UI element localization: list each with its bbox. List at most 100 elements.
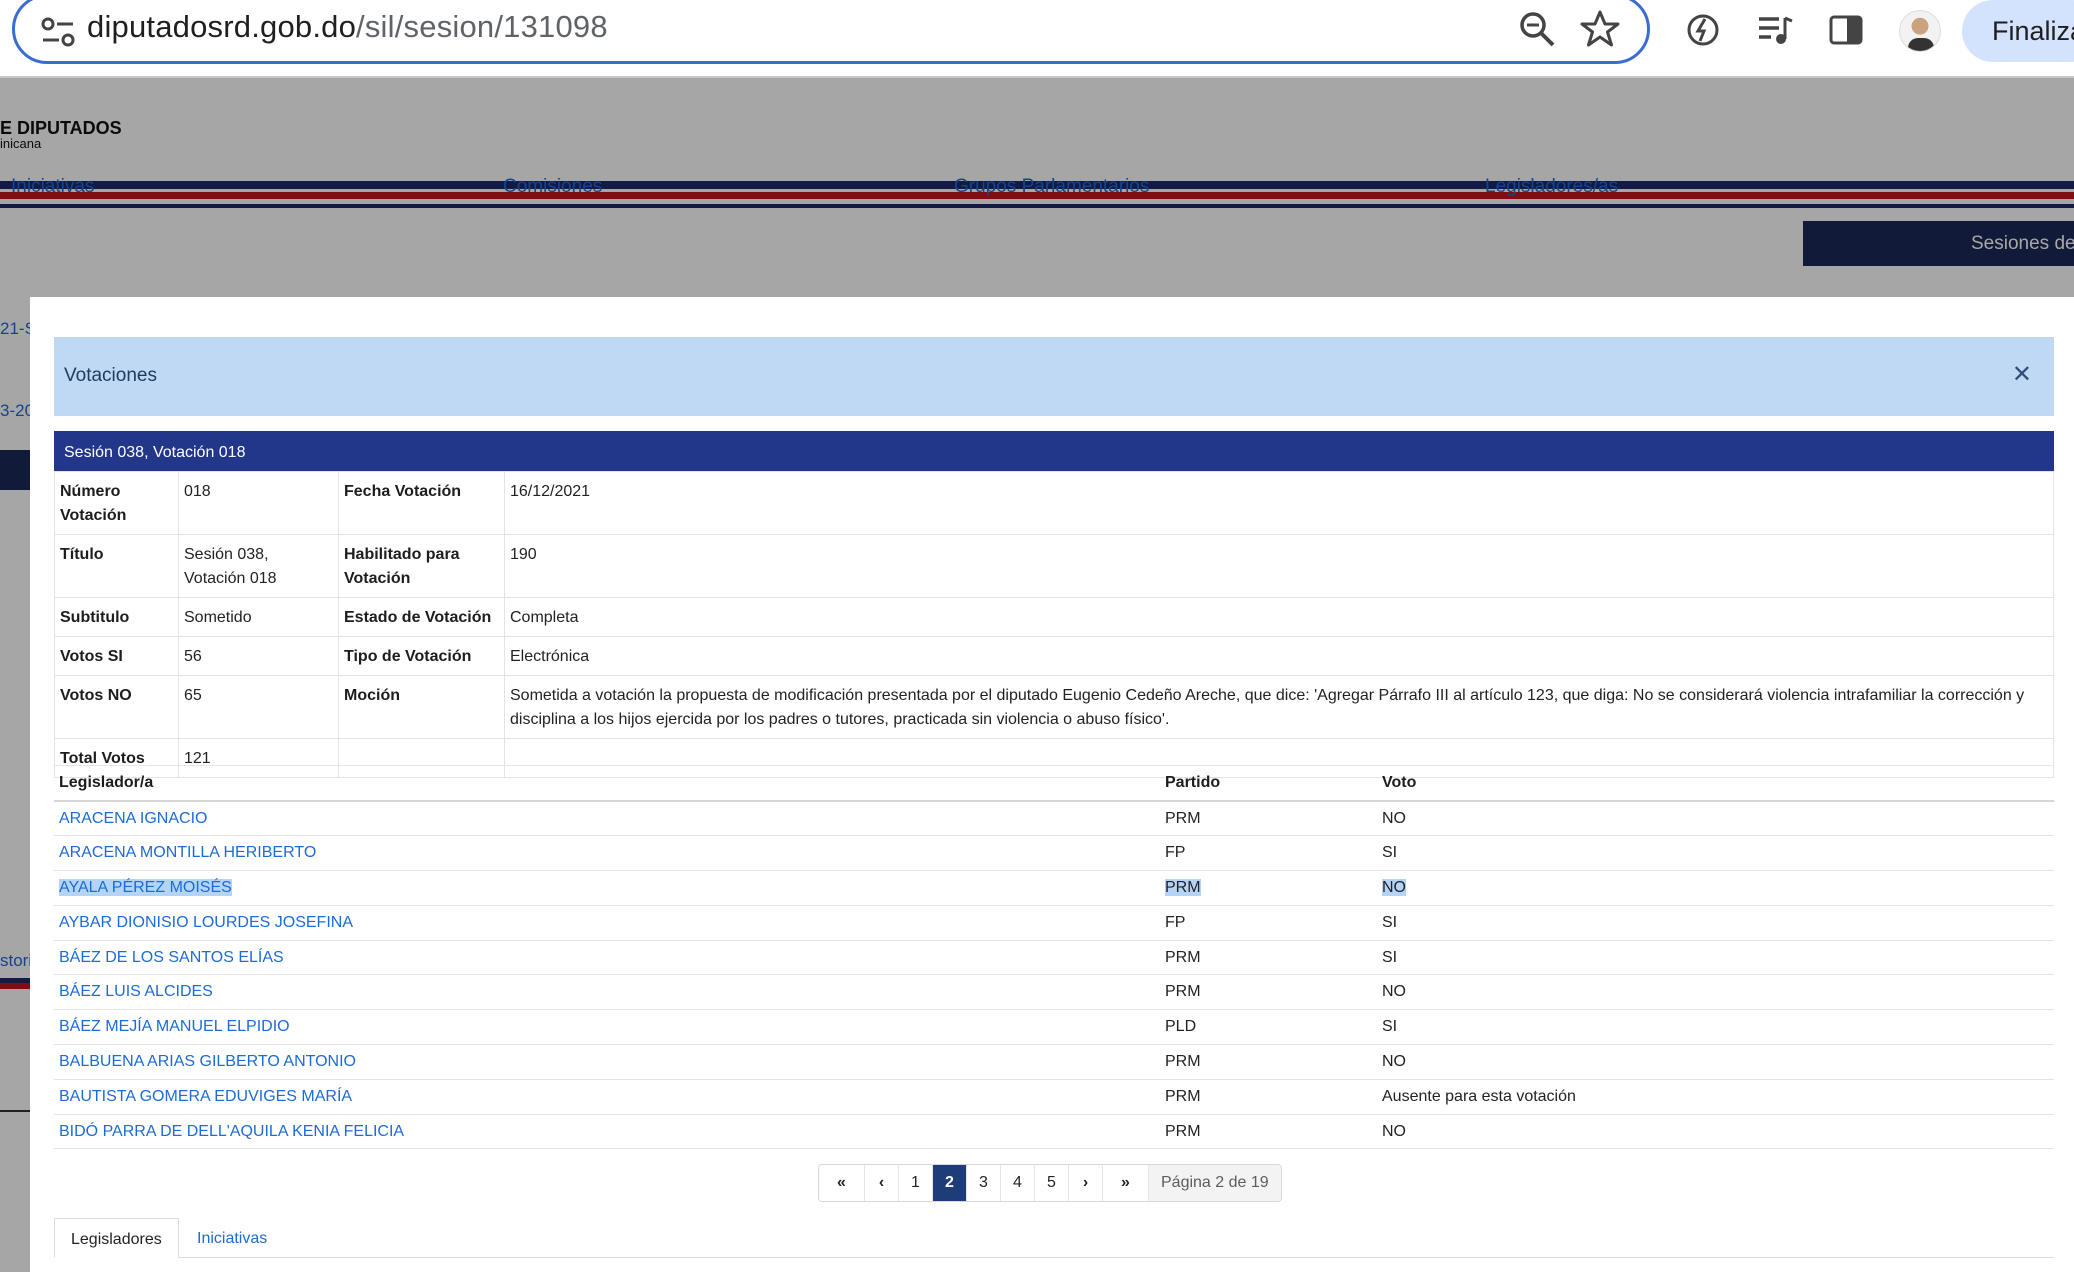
browser-toolbar: diputadosrd.gob.do/sil/sesion/131098 Fin… bbox=[0, 0, 2074, 76]
col-header-voto[interactable]: Voto bbox=[1377, 765, 2054, 802]
url-text[interactable]: diputadosrd.gob.do/sil/sesion/131098 bbox=[87, 9, 608, 45]
vote-cell: Ausente para esta votación bbox=[1377, 1079, 2054, 1115]
last-page-icon[interactable]: » bbox=[1103, 1165, 1149, 1201]
legislator-link[interactable]: ARACENA IGNACIO bbox=[54, 801, 1160, 837]
bookmark-star-icon[interactable] bbox=[1580, 9, 1620, 49]
info-row: Título Sesión 038, Votación 018 Habilita… bbox=[54, 534, 2054, 598]
info-row: Votos NO 65 Moción Sometida a votación l… bbox=[54, 675, 2054, 739]
subtitulo-value: Sometido bbox=[178, 597, 339, 637]
table-row: ARACENA MONTILLA HERIBERTO FP SI bbox=[54, 835, 2054, 872]
site-settings-icon[interactable] bbox=[39, 15, 79, 49]
vote-header: Sesión 038, Votación 018 bbox=[54, 431, 2054, 471]
titulo-value: Sesión 038, Votación 018 bbox=[178, 534, 339, 598]
party-cell: FP bbox=[1160, 835, 1377, 872]
legislator-link[interactable]: BIDÓ PARRA DE DELL'AQUILA KENIA FELICIA bbox=[54, 1114, 1160, 1150]
table-row: BÁEZ LUIS ALCIDES PRM NO bbox=[54, 974, 2054, 1011]
media-playlist-icon[interactable] bbox=[1755, 10, 1795, 50]
profile-avatar[interactable] bbox=[1899, 10, 1941, 52]
next-page-icon[interactable]: › bbox=[1069, 1165, 1103, 1201]
vote-cell: NO bbox=[1377, 801, 2054, 837]
page-4-button[interactable]: 4 bbox=[1001, 1165, 1035, 1201]
votos-no-value: 65 bbox=[178, 675, 339, 739]
legislator-link[interactable]: BALBUENA ARIAS GILBERTO ANTONIO bbox=[54, 1044, 1160, 1080]
vote-cell: SI bbox=[1377, 905, 2054, 941]
party-cell: PRM bbox=[1160, 1079, 1377, 1115]
vote-cell: NO bbox=[1377, 974, 2054, 1011]
habilitado-label: Habilitado para Votación bbox=[338, 534, 505, 598]
table-row-selected: AYALA PÉREZ MOISÉS PRM NO bbox=[54, 870, 2054, 906]
numero-value: 018 bbox=[178, 471, 339, 535]
table-row: BÁEZ MEJÍA MANUEL ELPIDIO PLD SI bbox=[54, 1009, 2054, 1046]
party-cell: PRM bbox=[1160, 1044, 1377, 1080]
party-cell: PLD bbox=[1160, 1009, 1377, 1046]
pagination: « ‹ 1 2 3 4 5 › » Página 2 de 19 bbox=[818, 1164, 1282, 1202]
party-cell: PRM bbox=[1160, 974, 1377, 1011]
votos-si-value: 56 bbox=[178, 636, 339, 676]
bottom-tabs: Legisladores Iniciativas bbox=[54, 1218, 2054, 1258]
numero-label: Número Votación bbox=[54, 471, 179, 535]
table-row: BÁEZ DE LOS SANTOS ELÍAS PRM SI bbox=[54, 940, 2054, 976]
page-5-button[interactable]: 5 bbox=[1035, 1165, 1069, 1201]
legislator-link[interactable]: BAUTISTA GOMERA EDUVIGES MARÍA bbox=[54, 1079, 1160, 1115]
party-cell: PRM bbox=[1160, 801, 1377, 837]
address-bar[interactable]: diputadosrd.gob.do/sil/sesion/131098 bbox=[12, 0, 1650, 64]
table-row: ARACENA IGNACIO PRM NO bbox=[54, 801, 2054, 837]
url-host: diputadosrd.gob.do bbox=[87, 9, 357, 44]
finalize-update-button[interactable]: Finaliza bbox=[1962, 0, 2074, 62]
party-cell: FP bbox=[1160, 905, 1377, 941]
legislators-table: Legislador/a Partido Voto ARACENA IGNACI… bbox=[54, 765, 2054, 1150]
side-panel-icon[interactable] bbox=[1826, 10, 1866, 50]
url-path: /sil/sesion/131098 bbox=[356, 9, 608, 44]
estado-value: Completa bbox=[504, 597, 2054, 637]
legislator-link[interactable]: BÁEZ DE LOS SANTOS ELÍAS bbox=[54, 940, 1160, 976]
habilitado-value: 190 bbox=[504, 534, 2054, 598]
page-2-button[interactable]: 2 bbox=[933, 1165, 967, 1201]
zoom-icon[interactable] bbox=[1517, 9, 1557, 49]
performance-icon[interactable] bbox=[1683, 10, 1723, 50]
tab-legisladores[interactable]: Legisladores bbox=[54, 1218, 179, 1258]
info-row: Número Votación 018 Fecha Votación 16/12… bbox=[54, 471, 2054, 535]
tipo-label: Tipo de Votación bbox=[338, 636, 505, 676]
close-icon[interactable]: ✕ bbox=[2012, 363, 2032, 387]
page-info: Página 2 de 19 bbox=[1149, 1165, 1281, 1201]
table-row: BIDÓ PARRA DE DELL'AQUILA KENIA FELICIA … bbox=[54, 1114, 2054, 1150]
info-row: Votos SI 56 Tipo de Votación Electrónica bbox=[54, 636, 2054, 676]
fecha-value: 16/12/2021 bbox=[504, 471, 2054, 535]
votos-no-label: Votos NO bbox=[54, 675, 179, 739]
prev-page-icon[interactable]: ‹ bbox=[865, 1165, 899, 1201]
table-row: AYBAR DIONISIO LOURDES JOSEFINA FP SI bbox=[54, 905, 2054, 941]
vote-info-table: Número Votación 018 Fecha Votación 16/12… bbox=[54, 471, 2054, 778]
table-row: BAUTISTA GOMERA EDUVIGES MARÍA PRM Ausen… bbox=[54, 1079, 2054, 1115]
table-row: BALBUENA ARIAS GILBERTO ANTONIO PRM NO bbox=[54, 1044, 2054, 1080]
vote-details: Sesión 038, Votación 018 Número Votación… bbox=[54, 431, 2054, 778]
legislators-section: Legislador/a Partido Voto ARACENA IGNACI… bbox=[54, 765, 2054, 1150]
info-row: Subtitulo Sometido Estado de Votación Co… bbox=[54, 597, 2054, 637]
legislator-link[interactable]: ARACENA MONTILLA HERIBERTO bbox=[54, 835, 1160, 872]
legislator-link[interactable]: BÁEZ MEJÍA MANUEL ELPIDIO bbox=[54, 1009, 1160, 1046]
modal-title: Votaciones bbox=[64, 365, 157, 386]
legislator-link[interactable]: AYALA PÉREZ MOISÉS bbox=[54, 870, 1160, 906]
mocion-value: Sometida a votación la propuesta de modi… bbox=[504, 675, 2054, 739]
modal-header: Votaciones ✕ bbox=[54, 337, 2054, 416]
tipo-value: Electrónica bbox=[504, 636, 2054, 676]
legislator-link[interactable]: BÁEZ LUIS ALCIDES bbox=[54, 974, 1160, 1011]
vote-cell: SI bbox=[1377, 1009, 2054, 1046]
page-3-button[interactable]: 3 bbox=[967, 1165, 1001, 1201]
titulo-label: Título bbox=[54, 534, 179, 598]
vote-cell: NO bbox=[1377, 1114, 2054, 1150]
party-cell: PRM bbox=[1160, 870, 1377, 906]
votos-si-label: Votos SI bbox=[54, 636, 179, 676]
tab-iniciativas[interactable]: Iniciativas bbox=[181, 1218, 283, 1258]
table-header-row: Legislador/a Partido Voto bbox=[54, 765, 2054, 802]
estado-label: Estado de Votación bbox=[338, 597, 505, 637]
vote-cell: SI bbox=[1377, 835, 2054, 872]
vote-cell: NO bbox=[1377, 870, 2054, 906]
mocion-label: Moción bbox=[338, 675, 505, 739]
legislator-link[interactable]: AYBAR DIONISIO LOURDES JOSEFINA bbox=[54, 905, 1160, 941]
page-1-button[interactable]: 1 bbox=[899, 1165, 933, 1201]
col-header-legislador[interactable]: Legislador/a bbox=[54, 765, 1160, 802]
votaciones-modal: Votaciones ✕ Sesión 038, Votación 018 Nú… bbox=[30, 297, 2074, 1272]
col-header-partido[interactable]: Partido bbox=[1160, 765, 1377, 802]
party-cell: PRM bbox=[1160, 1114, 1377, 1150]
first-page-icon[interactable]: « bbox=[819, 1165, 865, 1201]
